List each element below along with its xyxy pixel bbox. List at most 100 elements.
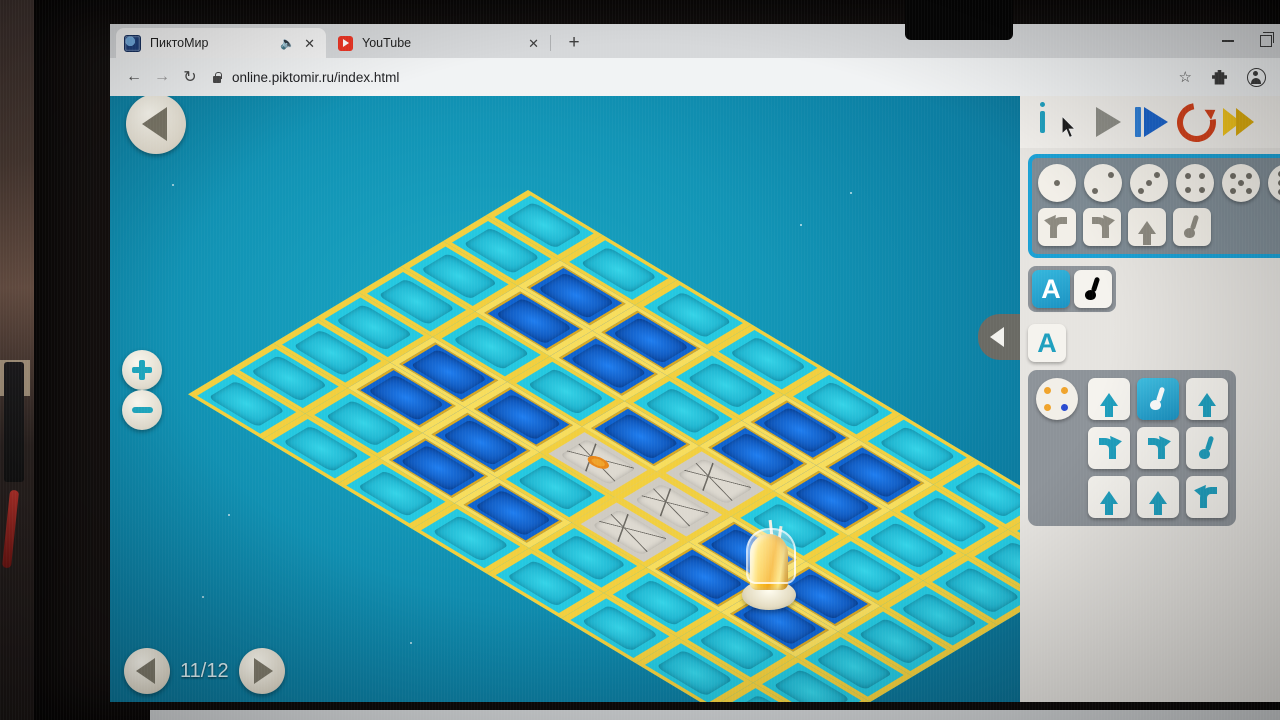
cmd-9[interactable] [1186, 476, 1228, 518]
procedure-a-header[interactable]: A [1028, 324, 1066, 362]
lock-icon [212, 71, 222, 83]
tab-procedure-a[interactable]: A [1032, 270, 1070, 308]
program-command-grid[interactable] [1088, 378, 1228, 518]
cmd-7[interactable] [1088, 476, 1130, 518]
background-star [410, 642, 412, 644]
info-icon [1039, 102, 1045, 133]
speaker-icon[interactable]: 🔈 [280, 36, 295, 50]
play-gray-icon [1095, 107, 1121, 137]
brush-icon [1196, 436, 1218, 460]
arrow-turn-right-icon [1097, 437, 1121, 459]
cmd-1[interactable] [1088, 378, 1130, 420]
dice-5[interactable] [1222, 164, 1260, 202]
tab-strip: ПиктоМир 🔈 ✕ YouTube ✕ + [110, 24, 1280, 58]
arrow-up-icon [1149, 490, 1167, 515]
game-canvas[interactable]: 11/12 [110, 96, 1020, 702]
red-desk-object [1, 489, 20, 569]
robot-vertun[interactable] [740, 519, 798, 616]
turn-right-command[interactable] [1083, 208, 1121, 246]
dice-4[interactable] [1176, 164, 1214, 202]
dice-pip [1230, 187, 1237, 194]
procedure-a-label: A [1037, 327, 1057, 358]
cmd-4[interactable] [1088, 427, 1130, 469]
step-button[interactable] [1086, 100, 1130, 144]
command-palette [1028, 154, 1280, 258]
arrow-turn-left-icon [1045, 216, 1069, 238]
close-icon[interactable]: ✕ [301, 37, 318, 50]
zoom-out-button[interactable] [122, 390, 162, 430]
tab-youtube[interactable]: YouTube ✕ [330, 28, 550, 58]
omnibox-actions: ☆ [1179, 67, 1270, 87]
dice-pip [1154, 171, 1161, 178]
brush-icon [1147, 387, 1169, 411]
program-panel: A A [1020, 96, 1280, 702]
program-grid-wrapper [1028, 370, 1236, 526]
tab-piktomir-label: ПиктоМир [150, 36, 209, 50]
dice-1[interactable] [1038, 164, 1076, 202]
address-bar[interactable]: online.piktomir.ru/index.html [212, 64, 1179, 90]
dice-pip [1238, 180, 1244, 186]
move-forward-command[interactable] [1128, 208, 1166, 246]
prev-arrow-icon [136, 658, 155, 684]
cmd-8[interactable] [1137, 476, 1179, 518]
dice-2[interactable] [1084, 164, 1122, 202]
arrow-up-icon [1138, 220, 1156, 245]
fast-forward-icon [1223, 108, 1257, 136]
panel-collapse-handle[interactable] [978, 314, 1020, 360]
url-text: online.piktomir.ru/index.html [232, 69, 400, 85]
tab-piktomir[interactable]: ПиктоМир 🔈 ✕ [116, 28, 326, 58]
turn-left-command[interactable] [1038, 208, 1076, 246]
dice-pip [1245, 173, 1252, 180]
forward-arrow-icon[interactable]: → [148, 63, 176, 91]
arrow-turn-right-icon [1090, 216, 1114, 238]
program-editor: A A [1028, 266, 1276, 526]
new-tab-button[interactable]: + [562, 32, 586, 56]
palette-dot [1044, 403, 1052, 411]
dice-6[interactable] [1268, 164, 1280, 202]
color-dots-icon[interactable] [1036, 378, 1078, 420]
back-arrow-icon[interactable]: ← [120, 63, 148, 91]
arrow-up-icon [1100, 392, 1118, 417]
minus-icon [131, 407, 153, 413]
info-button[interactable] [1020, 100, 1064, 144]
minimize-icon[interactable] [1222, 40, 1234, 42]
dice-pip [1245, 187, 1252, 194]
dice-3[interactable] [1130, 164, 1168, 202]
next-level-button[interactable] [238, 648, 285, 694]
arrow-turn-right-icon [1146, 437, 1170, 459]
back-to-menu-button[interactable] [126, 96, 186, 154]
repeat-dice-row [1038, 164, 1280, 202]
maximize-icon[interactable] [1260, 32, 1274, 47]
omnibox-row: ← → ↻ online.piktomir.ru/index.html ☆ [110, 58, 1280, 96]
tab-paint-mode[interactable] [1074, 270, 1112, 308]
reset-icon [1168, 96, 1224, 150]
run-button[interactable] [1130, 100, 1174, 144]
board-grid[interactable] [188, 190, 1020, 702]
avatar-icon[interactable] [1247, 67, 1266, 87]
reload-icon[interactable]: ↻ [176, 63, 204, 91]
level-pager: 11/12 [124, 648, 285, 694]
cmd-3[interactable] [1186, 378, 1228, 420]
zoom-in-button[interactable] [122, 350, 162, 390]
palette-dot [1061, 403, 1069, 411]
star-icon[interactable]: ☆ [1179, 68, 1192, 86]
back-triangle-icon [141, 107, 167, 141]
fast-forward-button[interactable] [1218, 100, 1262, 144]
settings-button[interactable] [1272, 100, 1280, 144]
dice-pip [1107, 172, 1114, 179]
close-icon[interactable]: ✕ [525, 37, 542, 50]
cmd-5[interactable] [1137, 427, 1179, 469]
procedure-tabs: A [1028, 266, 1116, 312]
pause-play-icon [1135, 107, 1169, 137]
cmd-6[interactable] [1186, 427, 1228, 469]
background-star [172, 184, 174, 186]
browser-window: ПиктоМир 🔈 ✕ YouTube ✕ + ← → ↻ online.pi… [110, 24, 1280, 702]
paint-command[interactable] [1173, 208, 1211, 246]
tab-divider [550, 35, 551, 51]
isometric-board[interactable] [188, 190, 1020, 702]
cmd-2[interactable] [1137, 378, 1179, 420]
prev-level-button[interactable] [124, 648, 170, 694]
puzzle-icon[interactable] [1212, 69, 1227, 85]
reset-button[interactable] [1168, 96, 1224, 150]
dice-pip [1198, 173, 1205, 180]
